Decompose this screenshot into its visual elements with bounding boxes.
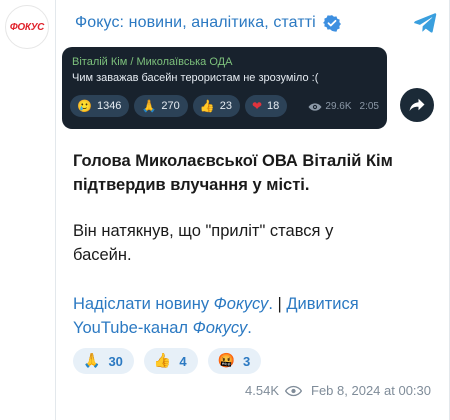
forward-time: 2:05 xyxy=(359,101,379,112)
forward-reaction[interactable]: 🥲 1346 xyxy=(70,95,130,117)
avatar-logo-text: ФОКУС xyxy=(9,21,45,33)
channel-name-link[interactable]: Фокус: новини, аналітика, статті xyxy=(75,14,316,32)
reaction-emoji: 🙏 xyxy=(141,99,157,113)
watch-link[interactable]: Дивитися xyxy=(286,295,358,313)
post-footer: 4.54K Feb 8, 2024 at 00:30 xyxy=(245,383,431,398)
link-separator: | xyxy=(272,295,287,313)
share-button[interactable] xyxy=(400,88,434,122)
reaction-count: 18 xyxy=(267,100,280,112)
reaction-count: 3 xyxy=(243,353,251,369)
forward-reaction[interactable]: ❤ 18 xyxy=(244,95,288,117)
reaction-count: 30 xyxy=(108,353,123,369)
reaction-button[interactable]: 🙏 30 xyxy=(73,348,134,374)
forwarded-message[interactable]: Віталій Кім / Миколаївська ОДА Чим заваж… xyxy=(62,47,387,129)
eye-icon xyxy=(308,102,322,111)
forward-meta: 29.6K 2:05 xyxy=(308,101,379,112)
reaction-count: 4 xyxy=(179,353,187,369)
reaction-emoji: 👍 xyxy=(153,353,172,369)
youtube-channel-link[interactable]: YouTube-канал Фокусу. xyxy=(73,319,252,337)
post-reactions: 🙏 30 👍 4 🤬 3 xyxy=(73,348,262,374)
text-line: Він натякнув, що "приліт" стався у xyxy=(73,222,334,240)
send-news-link[interactable]: Надіслати новину Фокусу. xyxy=(73,295,273,313)
headline-line: підтвердив влучання у місті. xyxy=(73,176,310,194)
reaction-emoji: ❤ xyxy=(251,99,263,113)
post-header: Фокус: новини, аналітика, статті xyxy=(56,0,450,46)
text-line: басейн. xyxy=(73,246,132,264)
reaction-count: 270 xyxy=(161,100,180,112)
post-views: 4.54K xyxy=(245,383,280,398)
reaction-count: 1346 xyxy=(96,100,122,112)
share-arrow-icon xyxy=(409,98,425,111)
reaction-button[interactable]: 🤬 3 xyxy=(207,348,262,374)
post-headline: Голова Миколаєвської ОВА Віталій Кім під… xyxy=(73,149,438,197)
forward-text: Чим заважав басейн терористам не зрозумі… xyxy=(72,72,319,84)
telegram-icon[interactable] xyxy=(413,12,437,34)
forward-reaction[interactable]: 👍 23 xyxy=(192,95,240,117)
reaction-emoji: 🙏 xyxy=(83,353,101,369)
forward-reactions: 🥲 1346 🙏 270 👍 23 ❤ 18 xyxy=(70,95,288,117)
reaction-emoji: 🤬 xyxy=(217,353,236,369)
forward-author[interactable]: Віталій Кім / Миколаївська ОДА xyxy=(72,56,377,68)
eye-icon xyxy=(285,385,303,396)
post-card: Фокус: новини, аналітика, статті Віталій… xyxy=(55,0,450,420)
forward-views: 29.6K xyxy=(325,101,352,112)
forward-reaction[interactable]: 🙏 270 xyxy=(134,95,188,117)
reaction-count: 23 xyxy=(219,100,232,112)
post-links: Надіслати новину Фокусу. | Дивитися YouT… xyxy=(73,292,438,340)
reaction-emoji: 🥲 xyxy=(77,99,92,113)
channel-avatar[interactable]: ФОКУС xyxy=(5,5,49,49)
headline-line: Голова Миколаєвської ОВА Віталій Кім xyxy=(73,152,393,170)
verified-badge-icon xyxy=(322,15,341,32)
reaction-button[interactable]: 👍 4 xyxy=(143,348,198,374)
reaction-emoji: 👍 xyxy=(199,99,215,113)
post-text: Він натякнув, що "приліт" стався у басей… xyxy=(73,219,438,267)
post-date[interactable]: Feb 8, 2024 at 00:30 xyxy=(311,383,431,398)
